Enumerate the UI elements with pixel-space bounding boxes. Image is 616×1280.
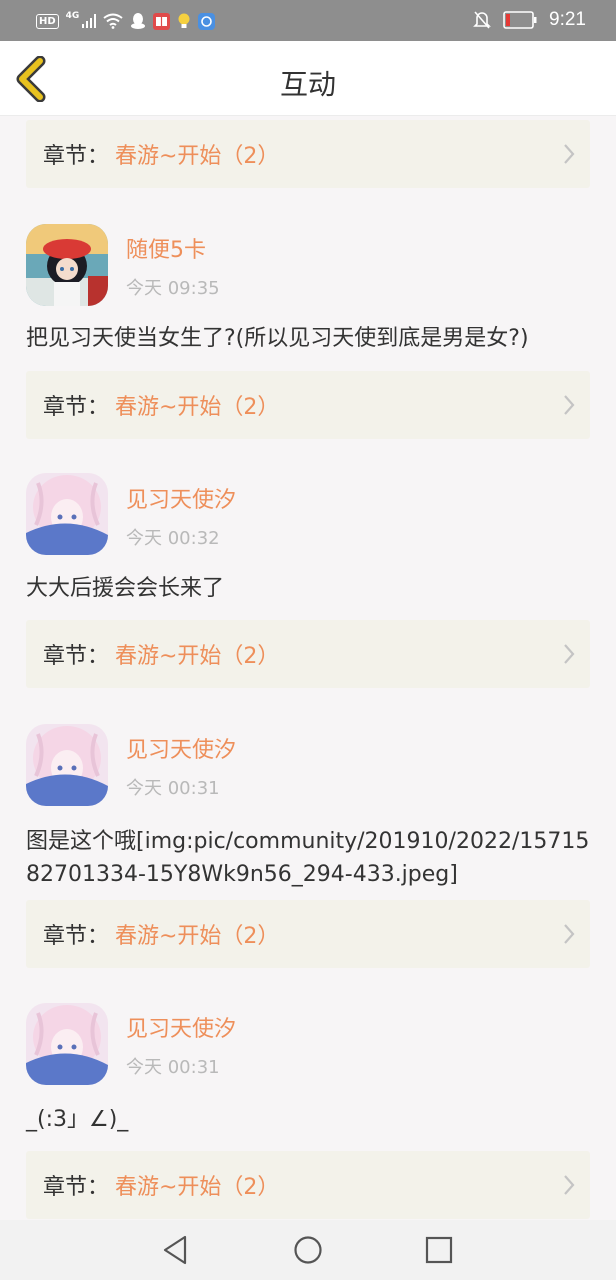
chapter-label: 章节： bbox=[43, 395, 110, 420]
book-app-icon bbox=[153, 12, 171, 30]
comment-text: 图是这个哦[img:pic/community/201910/2022/1571… bbox=[26, 829, 590, 887]
status-bar: HD 4G 9:21 bbox=[0, 0, 616, 41]
chapter-title: 春游~开始（2） bbox=[115, 144, 280, 169]
chevron-right-icon bbox=[564, 644, 575, 664]
home-circle-icon[interactable] bbox=[291, 1233, 325, 1267]
chapter-title: 春游~开始（2） bbox=[115, 1175, 280, 1200]
qq-icon bbox=[131, 13, 146, 29]
avatar-image bbox=[26, 224, 108, 306]
page-title: 互动 bbox=[279, 68, 336, 101]
avatar-image bbox=[26, 473, 108, 555]
chevron-right-icon bbox=[564, 1175, 575, 1195]
battery-icon bbox=[503, 11, 537, 29]
chapter-link-card[interactable]: 章节： 春游~开始（2） bbox=[26, 371, 590, 439]
avatar[interactable] bbox=[26, 224, 108, 306]
wifi-icon bbox=[103, 13, 123, 29]
music-app-icon bbox=[198, 12, 216, 30]
chapter-title: 春游~开始（2） bbox=[115, 924, 280, 949]
status-left-icons: HD 4G bbox=[36, 10, 216, 32]
chapter-link-card[interactable]: 章节： 春游~开始（2） bbox=[26, 120, 590, 188]
username[interactable]: 见习天使汐 bbox=[126, 1011, 236, 1043]
chapter-link-card[interactable]: 章节： 春游~开始（2） bbox=[26, 900, 590, 968]
clock: 9:21 bbox=[549, 9, 586, 30]
system-nav-bar bbox=[0, 1220, 616, 1280]
avatar[interactable] bbox=[26, 1003, 108, 1085]
username[interactable]: 见习天使汐 bbox=[126, 482, 236, 514]
avatar-image bbox=[26, 1003, 108, 1085]
chapter-label: 章节： bbox=[43, 924, 110, 949]
comment-text: _(:3」∠)_ bbox=[26, 1107, 129, 1132]
avatar[interactable] bbox=[26, 724, 108, 806]
chapter-title: 春游~开始（2） bbox=[115, 644, 280, 669]
comment-text: 大大后援会会长来了 bbox=[26, 576, 225, 601]
chapter-label: 章节： bbox=[43, 144, 110, 169]
chapter-link-card[interactable]: 章节： 春游~开始（2） bbox=[26, 1151, 590, 1219]
signal-icon bbox=[82, 14, 97, 28]
avatar[interactable] bbox=[26, 473, 108, 555]
comment-time: 今天 00:31 bbox=[126, 778, 220, 799]
lightbulb-icon bbox=[178, 13, 190, 28]
username[interactable]: 随便5卡 bbox=[126, 232, 206, 264]
back-triangle-icon[interactable] bbox=[159, 1233, 193, 1267]
avatar-image bbox=[26, 724, 108, 806]
recents-square-icon[interactable] bbox=[422, 1233, 456, 1267]
chapter-label: 章节： bbox=[43, 644, 110, 669]
network-type: 4G bbox=[65, 11, 80, 21]
chapter-link-card[interactable]: 章节： 春游~开始（2） bbox=[26, 620, 590, 688]
app-bar: 互动 bbox=[0, 41, 616, 116]
interaction-list[interactable]: 章节： 春游~开始（2） 随便5卡 今天 09:35 把见习天使当女生了?(所以… bbox=[0, 117, 616, 1220]
chapter-label: 章节： bbox=[43, 1175, 110, 1200]
chevron-right-icon bbox=[564, 924, 575, 944]
username[interactable]: 见习天使汐 bbox=[126, 732, 236, 764]
comment-time: 今天 00:31 bbox=[126, 1057, 220, 1078]
mute-bell-icon bbox=[473, 11, 491, 29]
chevron-right-icon bbox=[564, 395, 575, 415]
comment-text: 把见习天使当女生了?(所以见习天使到底是男是女?) bbox=[26, 326, 529, 351]
hd-badge: HD bbox=[36, 13, 59, 29]
comment-time: 今天 09:35 bbox=[126, 278, 220, 299]
status-right-icons: 9:21 bbox=[473, 9, 586, 31]
chevron-right-icon bbox=[564, 144, 575, 164]
comment-time: 今天 00:32 bbox=[126, 528, 220, 549]
chapter-title: 春游~开始（2） bbox=[115, 395, 280, 420]
